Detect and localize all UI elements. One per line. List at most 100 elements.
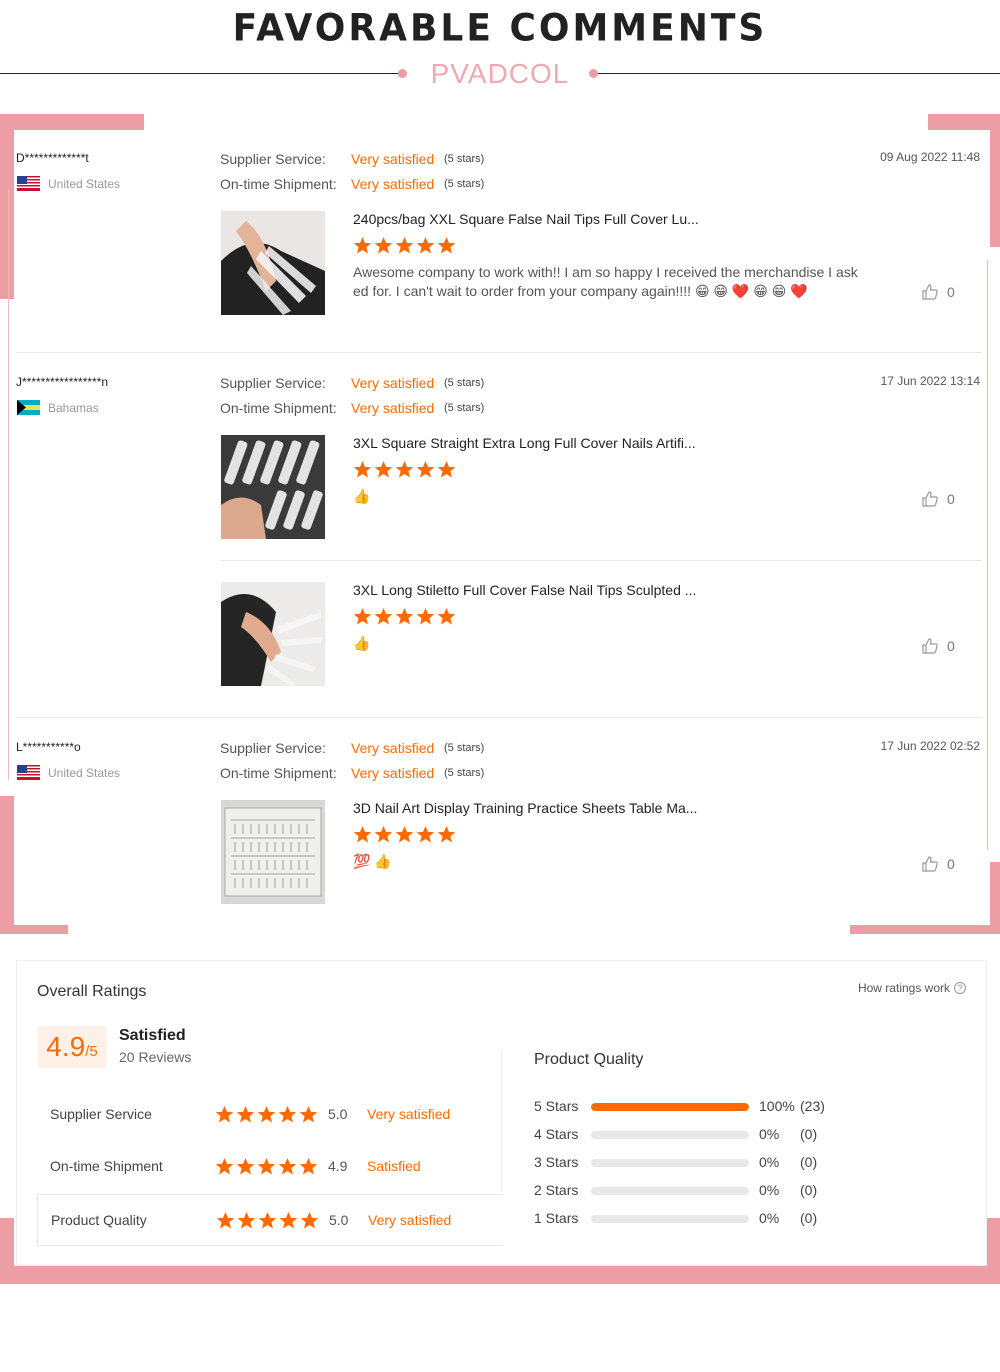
product-thumbnail[interactable] <box>221 211 325 315</box>
product-title[interactable]: 3D Nail Art Display Training Practice Sh… <box>353 800 697 816</box>
breakdown-count: (23) <box>800 1098 825 1114</box>
rating-value: 5.0 <box>328 1106 348 1122</box>
review-count: 20 Reviews <box>119 1049 192 1065</box>
review-divider <box>16 352 982 353</box>
score-summary: Satisfied <box>119 1027 186 1044</box>
header-rule-right <box>598 73 1000 74</box>
star-icon <box>236 1157 255 1175</box>
rating-stars <box>215 1157 318 1176</box>
product-thumbnail[interactable] <box>221 435 325 539</box>
review-date: 17 Jun 2022 13:14 <box>880 374 980 388</box>
product-rating <box>353 825 456 844</box>
product-title[interactable]: 3XL Square Straight Extra Long Full Cove… <box>353 435 696 451</box>
rating-row-product-quality[interactable]: Product Quality 5.0 Very satisfied <box>37 1194 503 1246</box>
rating-name: On-time Shipment <box>50 1158 163 1174</box>
like-button[interactable]: 0 <box>921 490 955 508</box>
like-button[interactable]: 0 <box>921 855 955 873</box>
star-icon <box>257 1157 276 1175</box>
breakdown-percent: 0% <box>759 1182 780 1198</box>
like-count: 0 <box>947 638 955 654</box>
breakdown-count: (0) <box>800 1154 818 1170</box>
product-thumbnail[interactable] <box>221 800 325 904</box>
like-count: 0 <box>947 284 955 300</box>
breakdown-bar <box>591 1159 749 1167</box>
like-button[interactable]: 0 <box>921 283 955 301</box>
frame-ratings-bottom <box>0 1266 1000 1284</box>
question-icon: ? <box>954 982 966 994</box>
supplier-stars-note: (5 stars) <box>444 153 485 165</box>
how-ratings-work-link[interactable]: How ratings work ? <box>858 981 966 995</box>
product-rating <box>353 460 456 479</box>
breakdown-count: (0) <box>800 1182 818 1198</box>
star-icon <box>437 607 456 625</box>
brand-name: PVADCOL <box>430 58 570 89</box>
star-icon <box>300 1211 319 1229</box>
rating-text: Very satisfied <box>368 1212 452 1228</box>
thumbs-up-icon <box>922 856 938 872</box>
rating-row-on-time-shipment[interactable]: On-time Shipment 4.9 Satisfied <box>37 1141 503 1193</box>
reviewer-country: Bahamas <box>48 401 99 415</box>
review-divider <box>16 717 982 718</box>
how-ratings-work-label: How ratings work <box>857 981 950 995</box>
shipment-stars-note: (5 stars) <box>444 402 485 414</box>
breakdown-label: 5 Stars <box>534 1098 579 1114</box>
star-icon <box>416 607 435 625</box>
score-value: 4.9 <box>46 1031 86 1062</box>
supplier-value: Very satisfied <box>351 151 435 167</box>
rating-name: Product Quality <box>51 1212 147 1228</box>
reviews-card: D*************t United States Supplier S… <box>8 130 990 925</box>
product-thumbnail[interactable] <box>221 582 325 686</box>
breakdown-bar-fill <box>591 1103 749 1111</box>
breakdown-label: 3 Stars <box>534 1154 579 1170</box>
product-title[interactable]: 3XL Long Stiletto Full Cover False Nail … <box>353 582 696 598</box>
shipment-stars-note: (5 stars) <box>444 178 485 190</box>
star-icon <box>236 1105 255 1123</box>
star-icon <box>437 236 456 254</box>
star-icon <box>353 460 372 478</box>
breakdown-label: 4 Stars <box>534 1126 579 1142</box>
frame-left-lower <box>0 796 14 934</box>
breakdown-percent: 100% <box>759 1098 795 1114</box>
card-right-thin-line <box>987 260 988 850</box>
item-divider <box>221 560 982 561</box>
star-icon <box>215 1157 234 1175</box>
breakdown-percent: 0% <box>759 1126 780 1142</box>
star-icon <box>299 1105 318 1123</box>
review-date: 17 Jun 2022 02:52 <box>880 739 980 753</box>
like-count: 0 <box>947 491 955 507</box>
shipment-stars-note: (5 stars) <box>444 767 485 779</box>
thumbs-up-icon <box>922 284 938 300</box>
star-icon <box>237 1211 256 1229</box>
frame-top-left <box>0 114 144 130</box>
rating-stars <box>216 1211 319 1230</box>
rating-value: 5.0 <box>329 1212 349 1228</box>
star-icon <box>416 825 435 843</box>
product-rating <box>353 607 456 626</box>
star-icon <box>374 607 393 625</box>
product-title[interactable]: 240pcs/bag XXL Square False Nail Tips Fu… <box>353 211 699 227</box>
supplier-value: Very satisfied <box>351 740 435 756</box>
breakdown-label: 1 Stars <box>534 1210 579 1226</box>
star-icon <box>416 460 435 478</box>
star-icon <box>374 460 393 478</box>
frame-left-upper <box>0 114 14 299</box>
card-left-thin-line <box>8 190 9 780</box>
review-comment: 👍 <box>353 488 371 504</box>
rating-stars <box>215 1105 318 1124</box>
shipment-label: On-time Shipment: <box>220 176 337 192</box>
reviewer-name: L***********o <box>16 740 81 754</box>
supplier-value: Very satisfied <box>351 375 435 391</box>
star-icon <box>299 1157 318 1175</box>
breakdown-bar <box>591 1103 749 1111</box>
breakdown-row: 5 Stars 100% (23) <box>534 1098 854 1116</box>
rating-row-supplier-service[interactable]: Supplier Service 5.0 Very satisfied <box>37 1089 503 1141</box>
rating-text: Satisfied <box>367 1158 421 1174</box>
us-flag-icon <box>17 176 40 191</box>
shipment-label: On-time Shipment: <box>220 400 337 416</box>
like-button[interactable]: 0 <box>921 637 955 655</box>
breakdown-percent: 0% <box>759 1154 780 1170</box>
breakdown-row: 4 Stars 0% (0) <box>534 1126 854 1144</box>
shipment-value: Very satisfied <box>351 765 435 781</box>
shipment-value: Very satisfied <box>351 176 435 192</box>
rating-name: Supplier Service <box>50 1106 152 1122</box>
